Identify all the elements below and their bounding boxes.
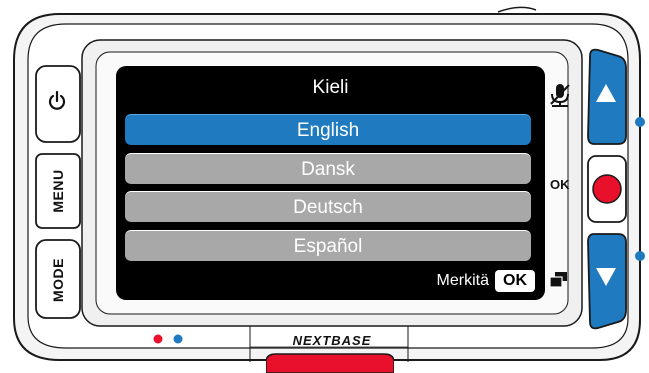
ok-key-badge: OK — [495, 270, 535, 292]
mode-button-label: MODE — [50, 258, 66, 302]
triangle-up-icon — [596, 84, 616, 102]
language-option-english[interactable]: English — [125, 114, 531, 145]
confirm-hint: Merkitä OK — [437, 270, 535, 292]
language-option-espanol[interactable]: Español — [125, 230, 531, 261]
status-leds — [153, 334, 183, 344]
record-icon — [592, 174, 622, 204]
brand-logo: NEXTBASE — [292, 333, 372, 348]
language-option-deutsch[interactable]: Deutsch — [125, 191, 531, 222]
menu-title: Kieli — [312, 77, 349, 98]
protect-file-icon — [549, 272, 567, 288]
language-option-dansk[interactable]: Dansk — [125, 153, 531, 184]
menu-button-label: MENU — [50, 169, 66, 213]
power-icon — [48, 90, 66, 110]
triangle-down-icon — [596, 268, 616, 286]
ok-side-label: OK — [550, 177, 570, 192]
display-screen: Kieli English Dansk Deutsch Español Merk… — [116, 66, 545, 300]
confirm-hint-text: Merkitä — [436, 272, 489, 289]
microphone-muted-icon — [550, 84, 570, 107]
bottom-record-tab — [266, 353, 394, 373]
